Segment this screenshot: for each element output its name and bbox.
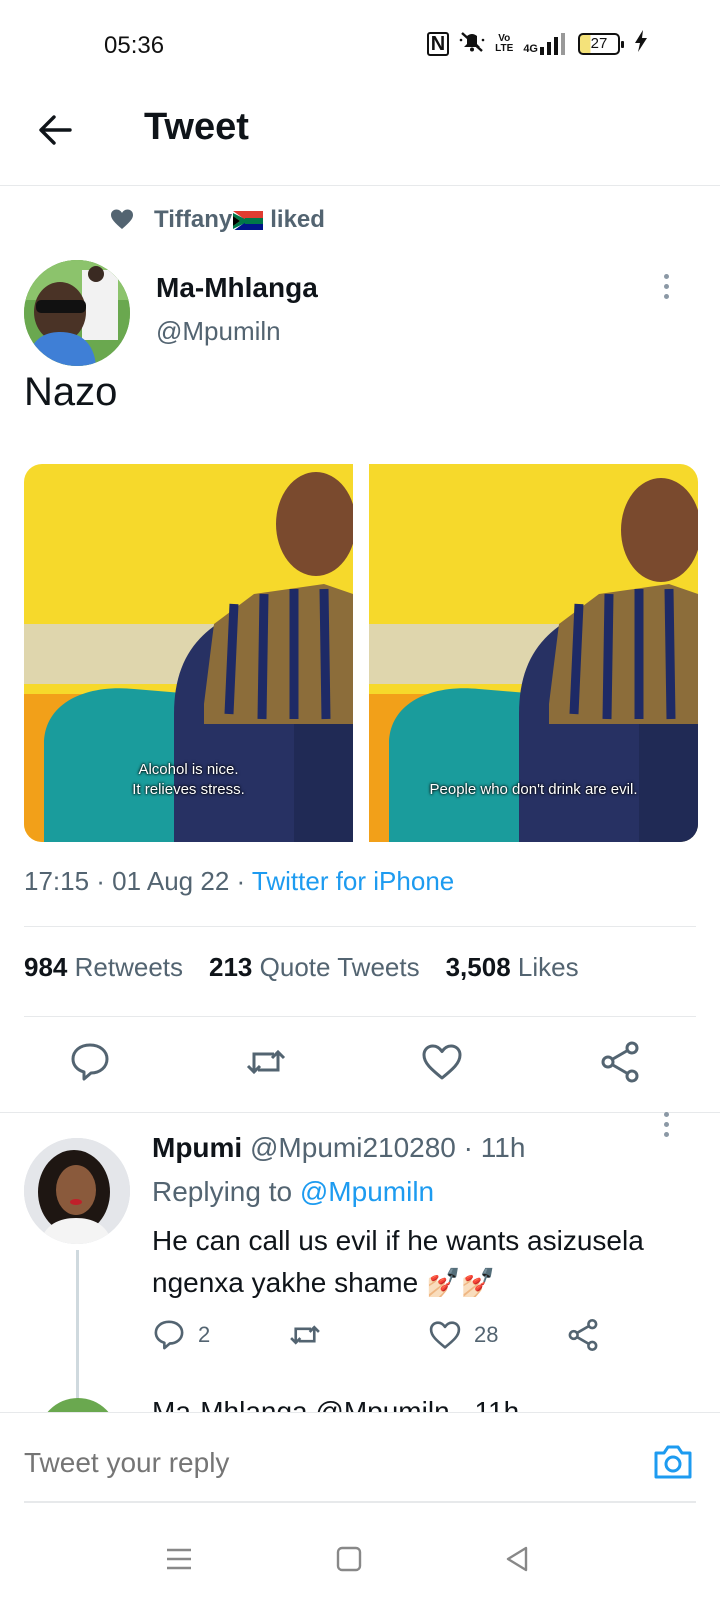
thread-line (76, 1250, 79, 1400)
reply-icon[interactable] (68, 1040, 112, 1084)
retweets-label: Retweets (74, 952, 184, 982)
tweet-image-2[interactable]: People who don't drink are evil. (369, 464, 698, 842)
replying-to-handle[interactable]: @Mpumiln (300, 1176, 434, 1207)
battery-icon: 27 (578, 33, 624, 55)
home-square-icon[interactable] (334, 1544, 364, 1574)
system-nav-bar (0, 1512, 720, 1600)
divider (24, 1016, 696, 1017)
tweet-time: 17:15 · 01 Aug 22 · (24, 866, 252, 896)
author-name[interactable]: Ma-Mhlanga (156, 272, 318, 304)
like-icon[interactable] (420, 1040, 464, 1084)
author-avatar[interactable] (24, 260, 130, 366)
heart-icon (110, 208, 134, 232)
status-time: 05:36 (104, 32, 165, 59)
reply-composer (0, 1412, 720, 1512)
quotes-label: Quote Tweets (259, 952, 420, 982)
tweet-stats: 984 Retweets 213 Quote Tweets 3,508 Like… (24, 952, 579, 983)
like-icon (429, 1321, 461, 1349)
reply-text: He can call us evil if he wants asizusel… (152, 1225, 644, 1298)
likes-count: 3,508 (445, 952, 511, 982)
image-caption-1: Alcohol is nice. It relieves stress. (24, 760, 353, 800)
reply-share-button[interactable] (566, 1318, 600, 1352)
social-context[interactable]: Tiffany liked (110, 206, 325, 234)
divider (0, 1112, 720, 1113)
reply-author-name[interactable]: Mpumi (152, 1132, 242, 1163)
tweet-action-bar (0, 1040, 720, 1096)
retweet-icon (290, 1325, 320, 1345)
reply-time: · 11h (455, 1132, 526, 1163)
caption-line: Alcohol is nice. (138, 761, 239, 778)
divider (24, 926, 696, 927)
status-bar: 05:36 N Vo LTE 4G 27 (0, 0, 720, 92)
reply-retweet-button[interactable] (288, 1318, 334, 1352)
reply-input[interactable] (24, 1447, 584, 1479)
more-options-icon[interactable] (663, 274, 669, 299)
reply-author-avatar[interactable] (24, 1138, 130, 1244)
mute-icon (459, 31, 485, 58)
back-triangle-icon[interactable] (502, 1544, 532, 1574)
reply-icon (154, 1320, 184, 1350)
replying-to: Replying to @Mpumiln (152, 1176, 434, 1208)
camera-icon[interactable] (652, 1443, 694, 1481)
likes-label: Likes (517, 952, 579, 982)
caption-line: People who don't drink are evil. (429, 781, 638, 798)
south-africa-flag-icon (233, 210, 264, 230)
nfc-icon: N (426, 32, 450, 56)
like-count: 28 (474, 1322, 499, 1347)
reply-header: Mpumi @Mpumi210280 · 11h (152, 1132, 525, 1164)
retweets-stat[interactable]: 984 Retweets (24, 952, 183, 983)
share-icon (568, 1319, 598, 1351)
reply-count: 2 (198, 1322, 211, 1347)
retweets-count: 984 (24, 952, 68, 982)
tweet-timestamp: 17:15 · 01 Aug 22 · Twitter for iPhone (24, 866, 454, 897)
quotes-stat[interactable]: 213 Quote Tweets (209, 952, 420, 983)
tweet-source-link[interactable]: Twitter for iPhone (252, 866, 454, 896)
reply-more-options-icon[interactable] (663, 1112, 669, 1137)
volte-icon: Vo LTE (495, 34, 513, 54)
social-action: liked (270, 206, 325, 233)
reply-like-button[interactable]: 28 (428, 1318, 498, 1352)
next-reply-avatar (38, 1398, 118, 1412)
tweet-image-1[interactable]: Alcohol is nice. It relieves stress. (24, 464, 353, 842)
caption-line: It relieves stress. (132, 781, 245, 798)
arrow-left-icon[interactable] (36, 110, 76, 150)
next-reply-header: Ma-Mhlanga @Mpumiln · 11h (152, 1396, 520, 1412)
reply-action-bar: 2 28 (152, 1318, 622, 1358)
top-app-bar: Tweet (0, 92, 720, 186)
liker-name: Tiffany (154, 206, 233, 233)
signal-icon: 4G (523, 33, 568, 55)
reply-author-handle[interactable]: @Mpumi210280 (250, 1132, 456, 1163)
page-title: Tweet (144, 106, 249, 148)
likes-stat[interactable]: 3,508 Likes (446, 952, 579, 983)
reply-reply-button[interactable]: 2 (152, 1318, 210, 1352)
network-type: 4G (523, 43, 538, 55)
menu-icon[interactable] (164, 1544, 194, 1574)
quotes-count: 213 (209, 952, 253, 982)
charging-icon (634, 30, 648, 58)
volte-bottom: LTE (495, 43, 514, 54)
composer-underline (24, 1501, 696, 1503)
image-caption-2: People who don't drink are evil. (369, 780, 698, 800)
status-icons: N Vo LTE 4G 27 (426, 30, 648, 58)
social-context-text: Tiffany liked (154, 206, 325, 234)
replying-prefix: Replying to (152, 1176, 300, 1207)
share-icon[interactable] (598, 1040, 642, 1084)
author-handle[interactable]: @Mpumiln (156, 316, 281, 347)
retweet-icon[interactable] (244, 1040, 288, 1084)
tweet-text: Nazo (24, 370, 118, 414)
